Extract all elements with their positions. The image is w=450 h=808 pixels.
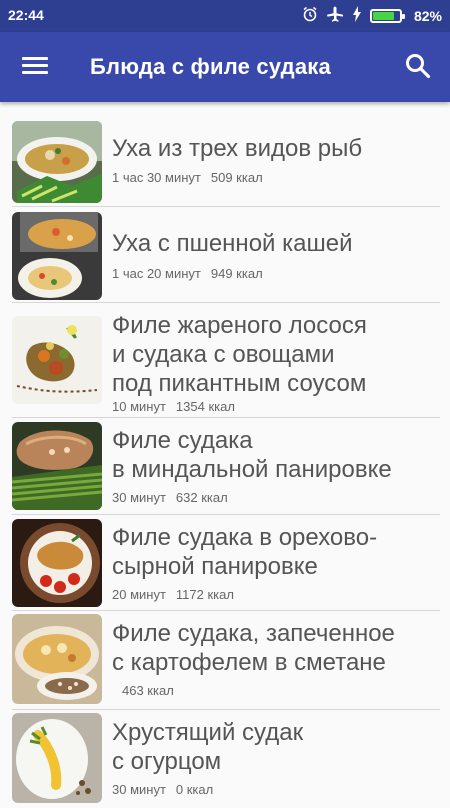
recipe-list: Уха из трех видов рыб 1 час 30 минут 509 …	[0, 118, 450, 808]
recipe-photo-2	[12, 316, 102, 404]
battery-percent: 82%	[413, 7, 442, 24]
recipe-title-6: Хрустящий судак с огурцом	[112, 719, 304, 775]
recipe-photo-3	[12, 422, 102, 510]
recipe-calories: 463 ккал	[122, 683, 174, 698]
page-title: Блюда с филе судака	[90, 54, 331, 79]
menu-icon[interactable]	[22, 54, 48, 80]
airplane-mode-icon	[326, 6, 344, 25]
recipe-meta-6: 30 минут 0 ккал	[112, 782, 213, 797]
recipe-calories: 632 ккал	[175, 490, 228, 505]
recipe-meta-0: 1 час 30 минут 509 ккал	[112, 170, 263, 185]
recipe-time: 30 минут	[112, 490, 166, 505]
recipe-time: 1 час 20 минут	[112, 266, 201, 281]
recipe-title-5: Филе судака, запеченное с картофелем в см…	[112, 620, 395, 676]
recipe-time: 30 минут	[112, 782, 166, 797]
recipe-time: 10 минут	[112, 399, 166, 414]
search-icon[interactable]	[404, 52, 432, 80]
recipe-time: 20 минут	[112, 587, 166, 602]
recipe-title-2: Филе жареного лосося и судака с овощами по…	[112, 312, 367, 397]
recipe-calories: 509 ккал	[210, 170, 263, 185]
status-bar: 22:44 82%	[0, 0, 450, 32]
recipe-item-2[interactable]: Филе жареного лосося и судака с овощами по…	[12, 303, 440, 418]
app-bar: Блюда с филе судака	[0, 32, 450, 102]
recipe-photo-4	[12, 519, 102, 607]
alarm-icon	[302, 6, 318, 25]
recipe-item-1[interactable]: Уха с пшенной кашей 1 час 20 минут 949 кк…	[12, 207, 440, 303]
recipe-photo-0	[12, 121, 102, 203]
recipe-photo-6	[12, 713, 102, 803]
recipe-title-1: Уха с пшенной кашей	[112, 230, 353, 257]
recipe-title-0: Уха из трех видов рыб	[112, 135, 363, 162]
recipe-item-6[interactable]: Хрустящий судак с огурцом 30 минут 0 ккал	[12, 710, 440, 808]
recipe-title-4: Филе судака в орехово-сырной панировке	[112, 524, 378, 580]
recipe-title-3: Филе судака в миндальной панировке	[112, 427, 392, 483]
recipe-meta-5: 463 ккал	[122, 683, 174, 698]
recipe-item-4[interactable]: Филе судака в орехово-сырной панировке 2…	[12, 515, 440, 611]
battery-icon	[369, 8, 405, 23]
status-time: 22:44	[8, 7, 44, 23]
recipe-calories: 1354 ккал	[175, 399, 235, 414]
recipe-photo-1	[12, 212, 102, 300]
recipe-meta-3: 30 минут 632 ккал	[112, 490, 228, 505]
recipe-meta-4: 20 минут 1172 ккал	[112, 587, 234, 602]
recipe-calories: 0 ккал	[175, 782, 214, 797]
charging-icon	[352, 6, 362, 25]
recipe-calories: 1172 ккал	[175, 587, 234, 602]
recipe-item-0[interactable]: Уха из трех видов рыб 1 час 30 минут 509 …	[12, 118, 440, 207]
recipe-item-3[interactable]: Филе судака в миндальной панировке 30 мин…	[12, 418, 440, 515]
recipe-calories: 949 ккал	[210, 266, 263, 281]
recipe-item-5[interactable]: Филе судака, запеченное с картофелем в см…	[12, 611, 440, 710]
recipe-time: 1 час 30 минут	[112, 170, 201, 185]
recipe-photo-5	[12, 614, 102, 704]
recipe-meta-1: 1 час 20 минут 949 ккал	[112, 266, 263, 281]
recipe-meta-2: 10 минут 1354 ккал	[112, 399, 235, 414]
